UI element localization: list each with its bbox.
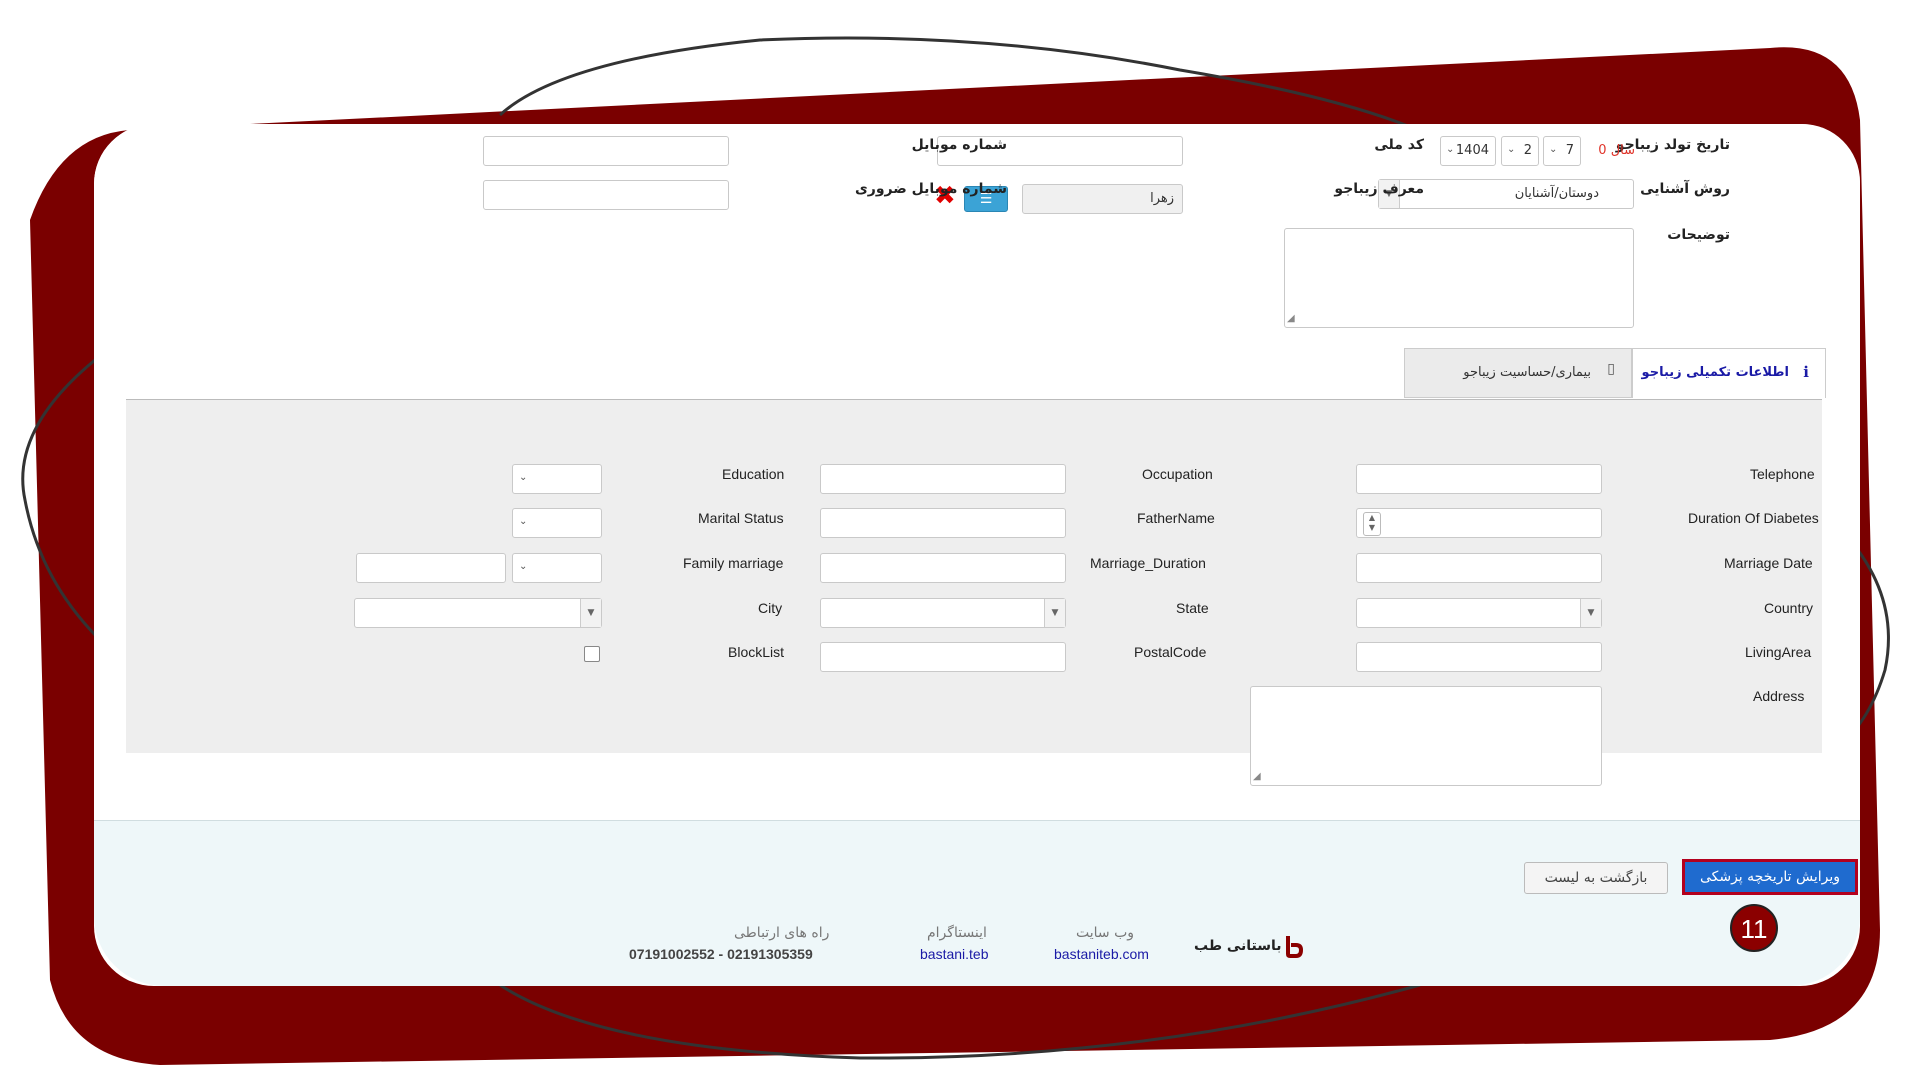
emergency-mobile-label: شماره موبایل ضروری xyxy=(854,181,1007,197)
city-label: City xyxy=(758,600,783,616)
app-window: تاریخ تولد زیباجو سال 0 7 ⌄ 2 ⌄ 1404 ⌄ ک… xyxy=(94,124,1860,986)
instagram-link[interactable]: bastani.teb xyxy=(920,946,989,962)
website-label: وب سایت xyxy=(1076,925,1135,941)
marriage-duration-label: Marriage_Duration xyxy=(1090,555,1206,571)
living-area-label: LivingArea xyxy=(1745,644,1812,660)
instagram-label: اینستاگرام xyxy=(927,925,987,941)
birth-year-select[interactable]: 1404 ⌄ xyxy=(1440,136,1496,166)
marriage-date-label: Marriage Date xyxy=(1724,555,1813,571)
spinner-icon[interactable]: ▲ ▼ xyxy=(1363,512,1381,536)
state-label: State xyxy=(1176,600,1209,616)
dropdown-arrow-icon[interactable]: ▼ xyxy=(1580,599,1601,627)
marital-status-label: Marital Status xyxy=(698,510,784,526)
occupation-input[interactable] xyxy=(820,464,1066,494)
referrer-label: معرف زیباجو xyxy=(1334,181,1424,197)
chevron-down-icon: ⌄ xyxy=(1446,144,1455,155)
brand-name: باستانی طب xyxy=(1194,938,1282,954)
contact-phones: 07191002552 - 02191305359 xyxy=(629,946,813,962)
father-name-label: FatherName xyxy=(1137,510,1215,526)
chevron-down-icon: ⌄ xyxy=(519,516,528,527)
age-label: سال 0 xyxy=(1598,143,1635,158)
website-link[interactable]: bastaniteb.com xyxy=(1054,946,1149,962)
mobile-input[interactable] xyxy=(483,136,729,166)
tablet-icon: ▯ xyxy=(1607,361,1615,377)
marital-status-select[interactable]: ⌄ xyxy=(512,508,602,538)
description-textarea[interactable]: ◢ xyxy=(1284,228,1634,328)
postal-code-label: PostalCode xyxy=(1134,644,1207,660)
tab-disease-allergy[interactable]: ▯ بیماری/حساسیت زیباجو xyxy=(1404,348,1632,398)
birth-month-select[interactable]: 2 ⌄ xyxy=(1501,136,1539,166)
family-marriage-input[interactable] xyxy=(356,553,506,583)
dropdown-arrow-icon[interactable]: ▼ xyxy=(580,599,601,627)
chevron-down-icon: ⌄ xyxy=(1507,144,1516,155)
education-label: Education xyxy=(722,466,785,482)
emergency-mobile-input[interactable] xyxy=(483,180,729,210)
telephone-label: Telephone xyxy=(1750,466,1815,482)
info-icon: ℹ xyxy=(1803,363,1809,381)
family-marriage-select[interactable]: ⌄ xyxy=(512,553,602,583)
duration-of-diabetes-label: Duration Of Diabetes xyxy=(1688,510,1819,526)
telephone-input[interactable] xyxy=(1356,464,1602,494)
block-list-label: BlockList xyxy=(728,644,785,660)
address-label: Address xyxy=(1753,688,1805,704)
city-select[interactable]: ▼ xyxy=(354,598,602,628)
chevron-down-icon: ⌄ xyxy=(1549,144,1558,155)
step-number-badge: 11 xyxy=(1730,904,1778,952)
dropdown-arrow-icon[interactable]: ▼ xyxy=(1044,599,1065,627)
footer-divider xyxy=(94,820,1860,821)
referrer-input: زهرا xyxy=(1022,184,1183,214)
country-select[interactable]: ▼ xyxy=(1356,598,1602,628)
mobile-label: شماره موبایل xyxy=(911,137,1007,153)
living-area-input[interactable] xyxy=(1356,642,1602,672)
marriage-duration-input[interactable] xyxy=(820,553,1066,583)
state-select[interactable]: ▼ xyxy=(820,598,1066,628)
family-marriage-label: Family marriage xyxy=(683,555,784,571)
address-textarea[interactable]: ◢ xyxy=(1250,686,1602,786)
back-to-list-button[interactable]: بازگشت به لیست xyxy=(1524,862,1668,894)
postal-code-input[interactable] xyxy=(820,642,1066,672)
country-label: Country xyxy=(1764,600,1814,616)
marriage-date-input[interactable] xyxy=(1356,553,1602,583)
national-code-label: کد ملی xyxy=(1374,137,1424,153)
chevron-down-icon: ⌄ xyxy=(519,472,528,483)
brand-logo-icon xyxy=(1284,934,1304,958)
resize-grip-icon[interactable]: ◢ xyxy=(1253,771,1265,783)
description-label: توضیحات xyxy=(1667,227,1730,243)
father-name-input[interactable] xyxy=(820,508,1066,538)
contact-label: راه های ارتباطی xyxy=(734,925,830,941)
tab-extra-info[interactable]: ℹ اطلاعات تکمیلی زیباجو xyxy=(1632,348,1826,398)
acquaintance-label: روش آشنایی xyxy=(1640,181,1730,197)
education-select[interactable]: ⌄ xyxy=(512,464,602,494)
duration-of-diabetes-input[interactable]: ▲ ▼ xyxy=(1356,508,1602,538)
birth-day-select[interactable]: 7 ⌄ xyxy=(1543,136,1581,166)
occupation-label: Occupation xyxy=(1142,466,1213,482)
resize-grip-icon[interactable]: ◢ xyxy=(1287,313,1299,325)
chevron-down-icon: ⌄ xyxy=(519,561,528,572)
block-list-checkbox[interactable] xyxy=(584,646,600,662)
edit-medical-history-button[interactable]: ویرایش تاریخچه پزشکی xyxy=(1682,859,1858,895)
